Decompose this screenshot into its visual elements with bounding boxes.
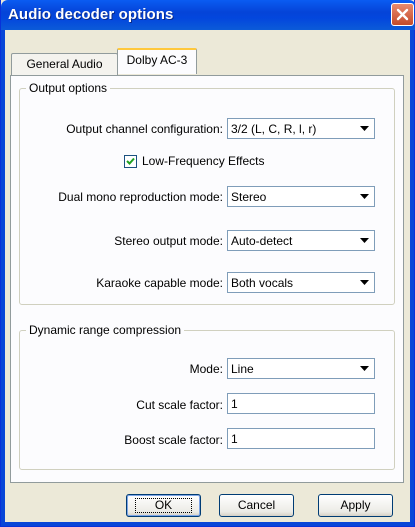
tab-general-audio[interactable]: General Audio: [11, 53, 118, 75]
stereo-output-label: Stereo output mode:: [114, 234, 223, 248]
chevron-down-icon[interactable]: [356, 120, 373, 137]
karaoke-label: Karaoke capable mode:: [96, 276, 223, 290]
tab-label: General Audio: [26, 57, 103, 71]
chevron-down-icon[interactable]: [356, 360, 373, 377]
lfe-checkbox[interactable]: [124, 155, 137, 168]
boost-scale-field[interactable]: [227, 428, 375, 449]
cut-scale-label: Cut scale factor:: [136, 398, 223, 412]
stereo-output-select[interactable]: Auto-detect: [227, 230, 375, 251]
cancel-button-label: Cancel: [237, 498, 276, 512]
check-icon: [126, 157, 135, 165]
title-bar[interactable]: Audio decoder options: [1, 0, 415, 30]
dual-mono-label: Dual mono reproduction mode:: [58, 190, 223, 204]
window-frame-left: [1, 30, 5, 526]
window-frame-right: [410, 30, 414, 526]
select-value: Auto-detect: [231, 234, 293, 248]
select-value: Both vocals: [231, 276, 294, 290]
drc-mode-label: Mode:: [189, 362, 223, 376]
ok-button[interactable]: OK: [126, 494, 201, 517]
cut-scale-field[interactable]: [227, 393, 375, 414]
apply-button[interactable]: Apply: [318, 494, 393, 517]
window-frame-bottom: [1, 522, 414, 526]
karaoke-select[interactable]: Both vocals: [227, 272, 375, 293]
channel-config-label: Output channel configuration:: [66, 122, 223, 136]
close-icon: [396, 8, 409, 21]
close-button[interactable]: [391, 3, 414, 26]
boost-scale-input[interactable]: [228, 429, 374, 448]
cancel-button[interactable]: Cancel: [219, 494, 294, 517]
select-value: Stereo: [231, 190, 267, 204]
tab-panel: Output options Output channel configurat…: [10, 75, 404, 483]
boost-scale-label: Boost scale factor:: [124, 433, 223, 447]
dialog-window: Audio decoder options General Audio Dolb…: [0, 0, 415, 527]
select-value: 3/2 (L, C, R, l, r): [231, 122, 317, 136]
select-value: Line: [231, 362, 254, 376]
chevron-down-icon[interactable]: [356, 274, 373, 291]
lfe-label[interactable]: Low-Frequency Effects: [142, 154, 265, 168]
group-legend: Output options: [26, 81, 111, 95]
tab-dolby-ac3[interactable]: Dolby AC-3: [117, 48, 197, 74]
window-title: Audio decoder options: [8, 6, 174, 23]
focus-ring: [135, 498, 192, 513]
chevron-down-icon[interactable]: [356, 232, 373, 249]
cut-scale-input[interactable]: [228, 394, 374, 413]
tab-label: Dolby AC-3: [126, 53, 188, 67]
dual-mono-select[interactable]: Stereo: [227, 186, 375, 207]
apply-button-label: Apply: [340, 498, 371, 512]
channel-config-select[interactable]: 3/2 (L, C, R, l, r): [227, 118, 375, 139]
drc-mode-select[interactable]: Line: [227, 358, 375, 379]
chevron-down-icon[interactable]: [356, 188, 373, 205]
group-legend: Dynamic range compression: [26, 323, 185, 337]
